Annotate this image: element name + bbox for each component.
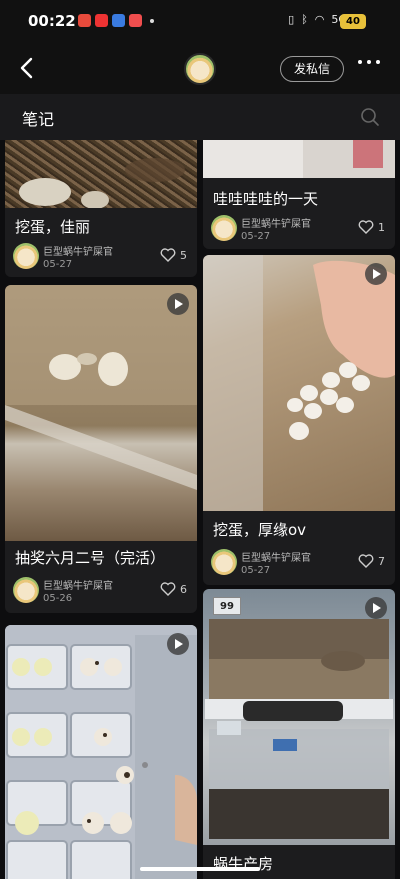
- author-avatar: [211, 549, 237, 575]
- author-avatar: [13, 577, 39, 603]
- like-count: 1: [378, 220, 385, 234]
- note-title: 挖蛋，厚缘ov: [213, 521, 307, 539]
- vibrate-icon: ▯: [288, 13, 295, 26]
- send-message-button[interactable]: 发私信: [280, 56, 344, 82]
- author-name: 巨型蜗牛铲屎官: [43, 247, 113, 258]
- like-count: 6: [180, 582, 187, 596]
- note-card[interactable]: [5, 625, 197, 879]
- note-card[interactable]: 哇哇哇哇的一天 巨型蜗牛铲屎官 05-27 1: [203, 140, 395, 249]
- author-name: 巨型蜗牛铲屎官: [43, 581, 113, 592]
- thermometer-display: 99: [213, 597, 241, 615]
- author-name: 巨型蜗牛铲屎官: [241, 219, 311, 230]
- video-play-icon: [365, 597, 387, 619]
- status-app-icons: [78, 14, 154, 27]
- section-title: 笔记: [22, 110, 55, 129]
- note-card[interactable]: 挖蛋，厚缘ov 巨型蜗牛铲屎官 05-27 7: [203, 255, 395, 585]
- note-title: 挖蛋，佳丽: [15, 218, 91, 236]
- note-title: 抽奖六月二号（完活）: [15, 549, 166, 567]
- avatar[interactable]: [184, 53, 216, 85]
- battery-icon: 40: [340, 14, 366, 29]
- browser-icon: [112, 14, 125, 27]
- shop-icon: [129, 14, 142, 27]
- heart-icon: [160, 248, 176, 262]
- note-thumbnail: [5, 625, 197, 879]
- notes-section-bar: 笔记: [0, 94, 400, 140]
- status-time: 00:22: [28, 12, 76, 30]
- incubator-eggs-image: [5, 625, 197, 879]
- heart-icon: [358, 554, 374, 568]
- heart-icon: [160, 582, 176, 596]
- heart-icon: [358, 220, 374, 234]
- author-avatar: [211, 215, 237, 241]
- note-card[interactable]: 抽奖六月二号（完活） 巨型蜗牛铲屎官 05-26 6: [5, 285, 197, 613]
- note-thumbnail: [203, 255, 395, 511]
- wifi-icon: ◠: [314, 13, 325, 26]
- container-eggs-image: [5, 285, 197, 490]
- author-avatar: [13, 243, 39, 269]
- note-date: 05-27: [241, 231, 271, 242]
- status-bar: 00:22 ▯ ᛒ ◠ 5G ▮ 40: [0, 0, 400, 44]
- like-count: 5: [180, 248, 187, 262]
- notes-feed[interactable]: 挖蛋，佳丽 巨型蜗牛铲屎官 05-27 5 哇哇哇哇的一天 巨型蜗牛铲屎官 05…: [0, 140, 400, 879]
- author-name: 巨型蜗牛铲屎官: [241, 553, 311, 564]
- note-card[interactable]: 99 蜗牛产房: [203, 589, 395, 879]
- note-date: 05-27: [241, 565, 271, 576]
- note-thumbnail: [203, 140, 395, 178]
- note-title: 哇哇哇哇的一天: [213, 190, 319, 208]
- container-image: [303, 140, 395, 178]
- snail-container-image: [205, 619, 393, 839]
- like-button[interactable]: 7: [358, 554, 385, 568]
- bluetooth-icon: ᛒ: [301, 13, 308, 26]
- more-options-icon[interactable]: [358, 60, 380, 64]
- soil-eggs-image: [19, 158, 185, 208]
- hand-eggs-image: [203, 255, 395, 511]
- news-icon: [95, 14, 108, 27]
- video-play-icon: [167, 633, 189, 655]
- video-play-icon: [365, 263, 387, 285]
- weibo-icon: [78, 14, 91, 27]
- like-button[interactable]: 1: [358, 220, 385, 234]
- note-thumbnail: 99: [203, 589, 395, 845]
- back-icon[interactable]: [14, 54, 42, 82]
- note-thumbnail: [5, 140, 197, 208]
- note-thumbnail: [5, 285, 197, 541]
- video-play-icon: [167, 293, 189, 315]
- note-date: 05-26: [43, 593, 73, 604]
- like-count: 7: [378, 554, 385, 568]
- profile-header: 发私信: [0, 44, 400, 94]
- home-indicator[interactable]: [140, 867, 260, 871]
- like-button[interactable]: 5: [160, 248, 187, 262]
- note-date: 05-27: [43, 259, 73, 270]
- more-notifications-icon: [150, 18, 154, 23]
- like-button[interactable]: 6: [160, 582, 187, 596]
- note-card[interactable]: 挖蛋，佳丽 巨型蜗牛铲屎官 05-27 5: [5, 140, 197, 277]
- search-icon[interactable]: [360, 107, 380, 127]
